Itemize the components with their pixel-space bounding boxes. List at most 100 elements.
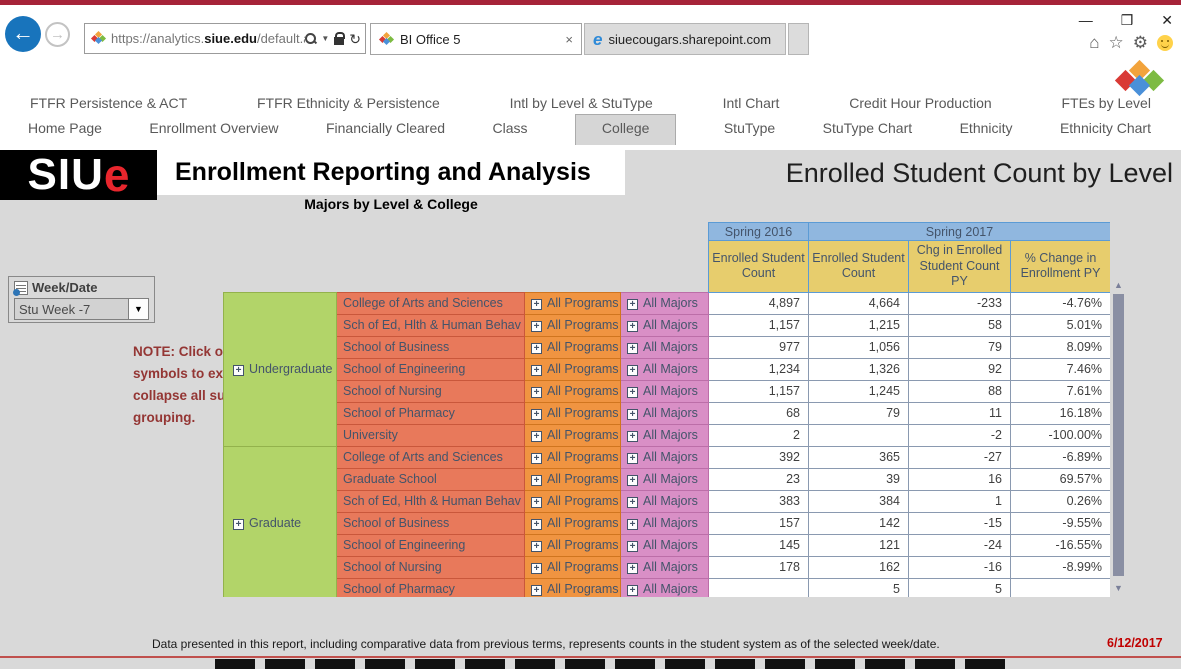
home-icon[interactable]: ⌂ (1089, 34, 1099, 51)
url-text[interactable]: https://analytics.siue.edu/default.aspx (111, 31, 305, 46)
expand-icon-programs[interactable]: + (531, 585, 542, 596)
programs-cell: +All Programs (525, 512, 621, 534)
expand-icon-majors[interactable]: + (627, 475, 638, 486)
expand-icon-undergraduate[interactable]: + (233, 365, 244, 376)
expand-icon-majors[interactable]: + (627, 453, 638, 464)
percent-change: 0.26% (1011, 490, 1111, 512)
expand-icon-programs[interactable]: + (531, 409, 542, 420)
header-spacer (224, 223, 709, 241)
majors-cell: +All Majors (621, 512, 709, 534)
college-cell: School of Nursing (337, 380, 525, 402)
nav-tab-intl-chart[interactable]: Intl Chart (723, 95, 780, 111)
expand-icon-majors[interactable]: + (627, 343, 638, 354)
expand-icon-graduate[interactable]: + (233, 519, 244, 530)
nav-tab-class[interactable]: Class (492, 120, 527, 136)
table-row: Graduate School+All Programs+All Majors2… (224, 468, 1111, 490)
expand-icon-programs[interactable]: + (531, 321, 542, 332)
nav-tab-credit-hour-production[interactable]: Credit Hour Production (849, 95, 991, 111)
browser-tab-active[interactable]: BI Office 5 × (370, 23, 582, 55)
college-cell: Graduate School (337, 468, 525, 490)
expand-icon-majors[interactable]: + (627, 563, 638, 574)
week-date-dropdown[interactable]: Stu Week -7 ▼ (14, 298, 149, 320)
scroll-down-icon[interactable]: ▼ (1112, 583, 1125, 593)
expand-icon-majors[interactable]: + (627, 431, 638, 442)
programs-cell: +All Programs (525, 490, 621, 512)
expand-icon-majors[interactable]: + (627, 409, 638, 420)
feedback-smiley-icon[interactable] (1157, 35, 1173, 51)
refresh-icon[interactable]: ↻ (349, 32, 361, 46)
dropdown-arrow-icon[interactable]: ▼ (128, 299, 148, 319)
nav-tab-stutype-chart[interactable]: StuType Chart (823, 120, 913, 136)
percent-change: -9.55% (1011, 512, 1111, 534)
expand-icon-majors[interactable]: + (627, 497, 638, 508)
nav-tab-financially-cleared[interactable]: Financially Cleared (326, 120, 445, 136)
expand-icon-majors[interactable]: + (627, 519, 638, 530)
expand-icon-programs[interactable]: + (531, 497, 542, 508)
favorites-star-icon[interactable]: ☆ (1109, 34, 1124, 51)
nav-tab-ftes-by-level[interactable]: FTEs by Level (1061, 95, 1150, 111)
nav-tab-home-page[interactable]: Home Page (28, 120, 102, 136)
expand-icon-programs[interactable]: + (531, 563, 542, 574)
forward-button[interactable]: → (45, 22, 70, 47)
expand-icon-programs[interactable]: + (531, 387, 542, 398)
spring-2016-count: 23 (709, 468, 809, 490)
dropdown-value: Stu Week -7 (15, 302, 128, 317)
expand-icon-majors[interactable]: + (627, 585, 638, 596)
close-button[interactable]: ✕ (1161, 13, 1173, 27)
chevron-down-icon[interactable]: ▼ (321, 34, 329, 43)
minimize-button[interactable]: — (1079, 13, 1093, 27)
spring-2016-count: 68 (709, 402, 809, 424)
percent-change: 8.09% (1011, 336, 1111, 358)
spring-2017-count: 39 (809, 468, 909, 490)
browser-titlebar: ← → https://analytics.siue.edu/default.a… (0, 5, 1181, 55)
change-count: 88 (909, 380, 1011, 402)
table-scrollbar[interactable]: ▲ ▼ (1112, 280, 1125, 593)
nav-tab-college[interactable]: College (575, 114, 676, 145)
scrollbar-thumb[interactable] (1113, 294, 1124, 576)
nav-tab-ftfr-persistence-act[interactable]: FTFR Persistence & ACT (30, 95, 187, 111)
scroll-up-icon[interactable]: ▲ (1112, 280, 1125, 290)
nav-tab-ethnicity-chart[interactable]: Ethnicity Chart (1060, 120, 1151, 136)
nav-tab-enrollment-overview[interactable]: Enrollment Overview (149, 120, 278, 136)
expand-icon-programs[interactable]: + (531, 365, 542, 376)
nav-tab-ethnicity[interactable]: Ethnicity (960, 120, 1013, 136)
expand-icon-programs[interactable]: + (531, 299, 542, 310)
column-header-enrolled-student-count: Enrolled Student Count (809, 241, 909, 293)
back-button[interactable]: ← (5, 16, 41, 52)
table-row: School of Business+All Programs+All Majo… (224, 512, 1111, 534)
gear-icon[interactable]: ⚙ (1133, 34, 1148, 51)
expand-icon-majors[interactable]: + (627, 299, 638, 310)
expand-icon-programs[interactable]: + (531, 343, 542, 354)
pyramid-analytics-logo (1113, 62, 1171, 98)
new-tab-button[interactable] (788, 23, 809, 55)
close-tab-icon[interactable]: × (565, 32, 573, 47)
search-icon[interactable] (305, 33, 316, 44)
expand-icon-majors[interactable]: + (627, 541, 638, 552)
expand-icon-majors[interactable]: + (627, 365, 638, 376)
programs-cell: +All Programs (525, 446, 621, 468)
spring-2017-count: 4,664 (809, 292, 909, 314)
programs-cell: +All Programs (525, 468, 621, 490)
browser-tab-inactive[interactable]: e siuecougars.sharepoint.com (584, 23, 786, 55)
nav-tab-ftfr-ethnicity-persistence[interactable]: FTFR Ethnicity & Persistence (257, 95, 440, 111)
expand-icon-majors[interactable]: + (627, 321, 638, 332)
nav-tab-intl-by-level-stutype[interactable]: Intl by Level & StuType (510, 95, 653, 111)
expand-icon-programs[interactable]: + (531, 453, 542, 464)
spring-2017-count (809, 424, 909, 446)
majors-cell: +All Majors (621, 336, 709, 358)
majors-cell: +All Majors (621, 534, 709, 556)
change-count: -24 (909, 534, 1011, 556)
table-row: School of Nursing+All Programs+All Major… (224, 556, 1111, 578)
expand-icon-majors[interactable]: + (627, 387, 638, 398)
expand-icon-programs[interactable]: + (531, 541, 542, 552)
address-bar[interactable]: https://analytics.siue.edu/default.aspx … (84, 23, 366, 54)
expand-icon-programs[interactable]: + (531, 519, 542, 530)
spring-2017-count: 5 (809, 578, 909, 597)
nav-tab-stutype[interactable]: StuType (724, 120, 775, 136)
majors-cell: +All Majors (621, 446, 709, 468)
report-nav-row-1: FTFR Persistence & ACT FTFR Ethnicity & P… (0, 95, 1181, 111)
maximize-button[interactable]: ❒ (1121, 13, 1134, 27)
expand-icon-programs[interactable]: + (531, 475, 542, 486)
spring-2017-count: 1,215 (809, 314, 909, 336)
expand-icon-programs[interactable]: + (531, 431, 542, 442)
